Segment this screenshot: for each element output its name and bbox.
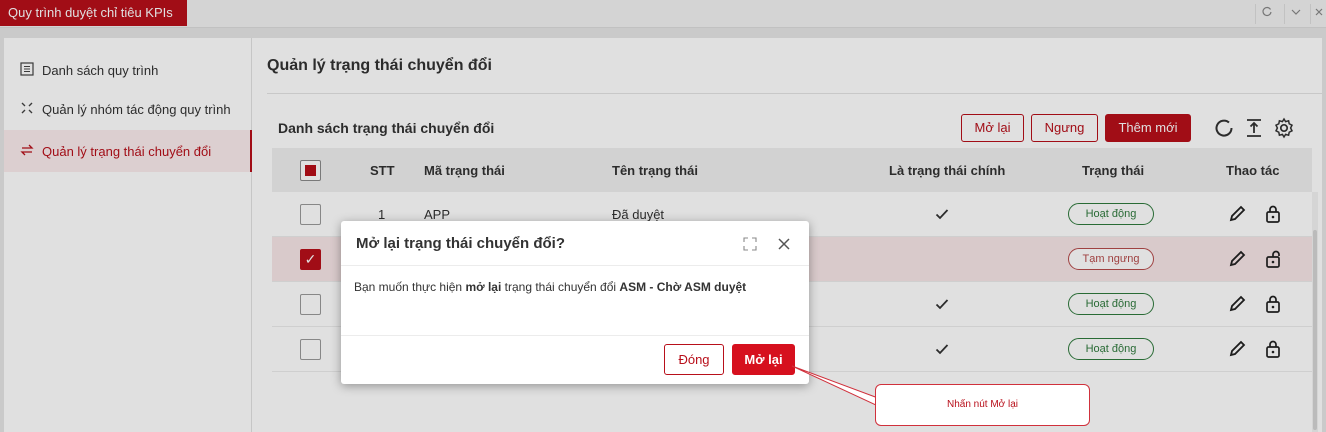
annotation-callout: Nhấn nút Mở lại — [875, 384, 1090, 426]
callout-pointer — [791, 365, 879, 407]
